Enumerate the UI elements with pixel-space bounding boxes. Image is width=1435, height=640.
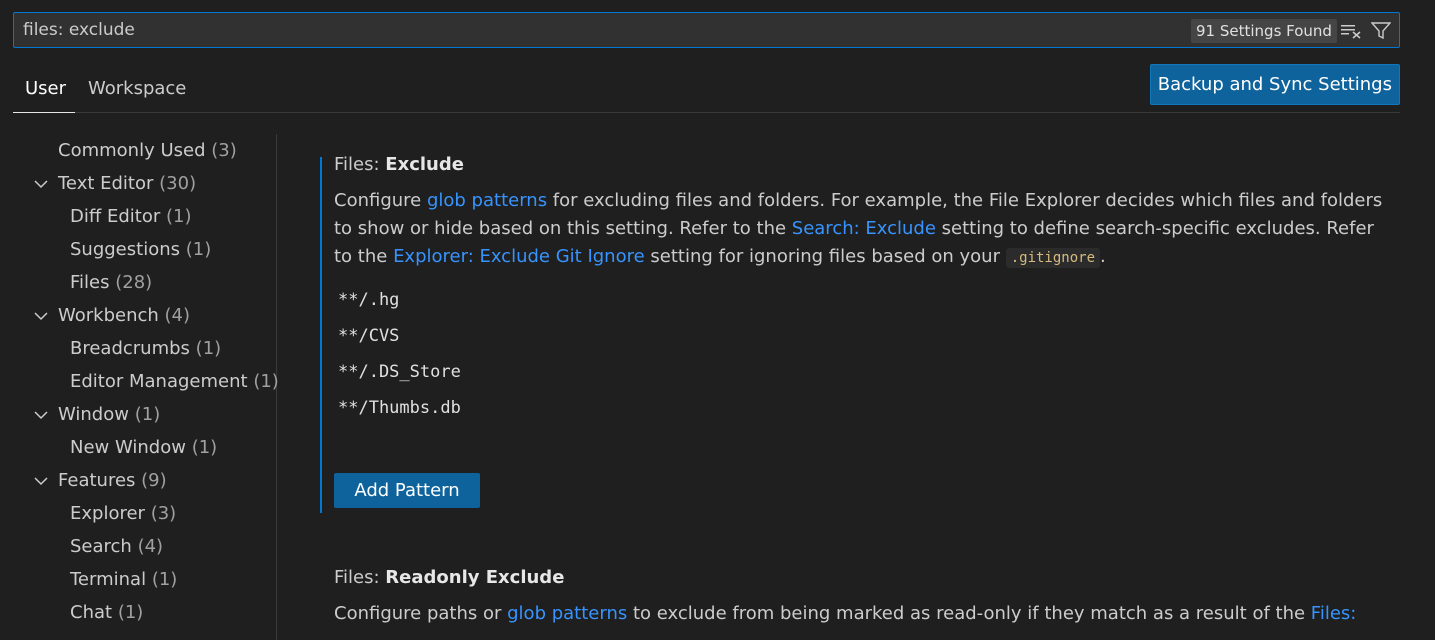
chevron-down-icon[interactable]: [33, 466, 49, 496]
chevron-down-icon[interactable]: [33, 301, 49, 331]
chevron-down-icon[interactable]: [33, 400, 49, 430]
active-tab-indicator: [13, 112, 75, 113]
explorer-exclude-git-ignore-link[interactable]: Explorer: Exclude Git Ignore: [393, 246, 645, 267]
toc-item-text-editor[interactable]: Text Editor (30): [58, 169, 196, 199]
exclude-pattern-item[interactable]: **/.DS_Store: [338, 362, 461, 382]
filter-icon[interactable]: [1369, 19, 1393, 43]
exclude-pattern-item[interactable]: **/.hg: [338, 290, 399, 310]
setting-title-files-readonly-exclude: Files: Readonly Exclude: [334, 567, 565, 588]
toc-item-features[interactable]: Features (9): [58, 466, 167, 496]
setting-description-files-exclude: Configure glob patterns for excluding fi…: [334, 190, 1383, 268]
exclude-pattern-item[interactable]: **/Thumbs.db: [338, 398, 461, 418]
glob-patterns-link[interactable]: glob patterns: [427, 190, 547, 211]
toc-item-chat[interactable]: Chat (1): [70, 598, 143, 628]
settings-search-box: 91 Settings Found: [13, 12, 1400, 48]
gitignore-code: .gitignore: [1005, 248, 1101, 268]
toc-item-explorer[interactable]: Explorer (3): [70, 499, 176, 529]
toc-item-terminal[interactable]: Terminal (1): [70, 565, 177, 595]
files-readonly-include-link[interactable]: Files:: [1311, 603, 1357, 624]
toc-item-diff-editor[interactable]: Diff Editor (1): [70, 202, 192, 232]
toc-item-workbench[interactable]: Workbench (4): [58, 301, 190, 331]
toc-item-editor-management[interactable]: Editor Management (1): [70, 367, 279, 397]
clear-filter-icon[interactable]: [1340, 19, 1364, 43]
chevron-down-icon[interactable]: [33, 169, 49, 199]
search-input[interactable]: [14, 13, 1174, 47]
exclude-pattern-item[interactable]: **/CVS: [338, 326, 399, 346]
toc-item-breadcrumbs[interactable]: Breadcrumbs (1): [70, 334, 221, 364]
add-pattern-button[interactable]: Add Pattern: [334, 473, 480, 508]
setting-title-files-exclude: Files: Exclude: [334, 154, 464, 175]
setting-description-files-readonly-exclude: Configure paths or glob patterns to excl…: [334, 603, 1357, 624]
toc-item-window[interactable]: Window (1): [58, 400, 160, 430]
backup-sync-button[interactable]: Backup and Sync Settings: [1149, 64, 1400, 105]
tab-workspace[interactable]: Workspace: [88, 76, 186, 101]
focused-setting-indicator: [320, 157, 322, 513]
toc-item-files[interactable]: Files (28): [70, 268, 152, 298]
results-count-badge: 91 Settings Found: [1191, 19, 1337, 43]
tab-user[interactable]: User: [25, 76, 66, 101]
settings-toc: Commonly Used (3) Text Editor (30) Diff …: [0, 134, 279, 640]
toc-item-search[interactable]: Search (4): [70, 532, 163, 562]
toc-item-new-window[interactable]: New Window (1): [70, 433, 217, 463]
search-exclude-link[interactable]: Search: Exclude: [792, 218, 936, 239]
glob-patterns-link[interactable]: glob patterns: [507, 603, 627, 624]
toc-item-commonly-used[interactable]: Commonly Used (3): [58, 136, 237, 166]
toc-item-suggestions[interactable]: Suggestions (1): [70, 235, 211, 265]
